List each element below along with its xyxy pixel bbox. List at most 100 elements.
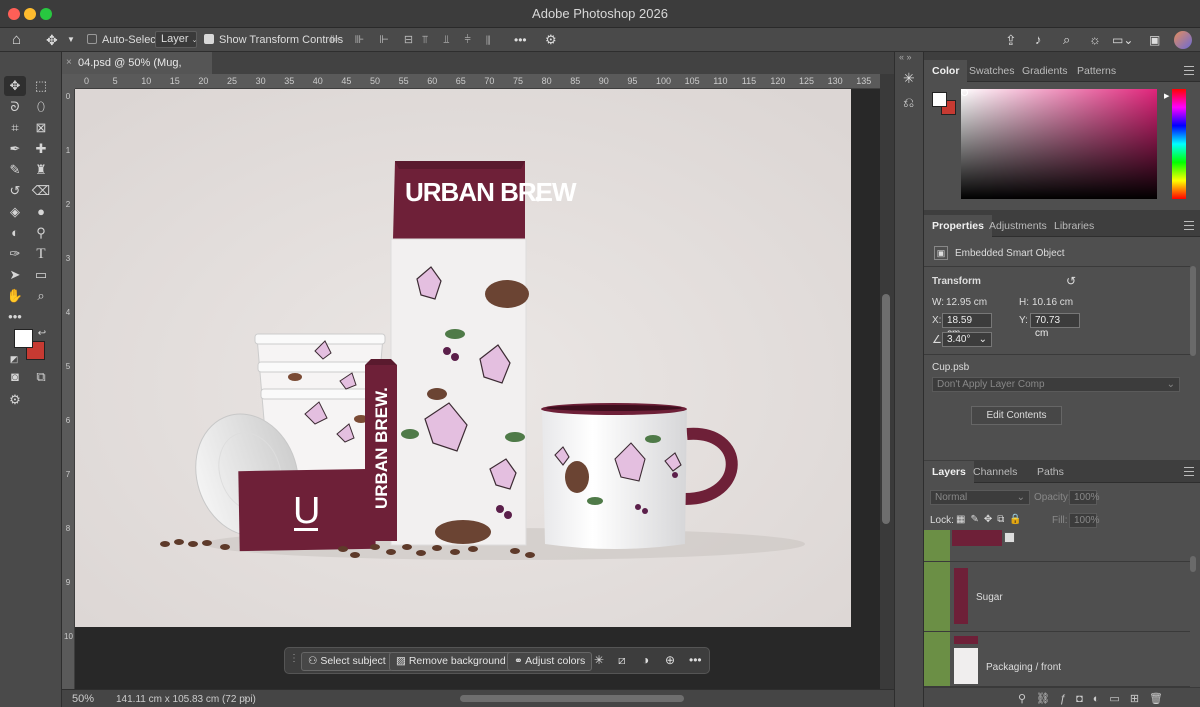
- collapse-icon[interactable]: « »: [899, 52, 912, 62]
- select-subject-button[interactable]: ⚇ Select subject: [301, 652, 393, 671]
- lightbulb-icon[interactable]: ☼: [1089, 32, 1101, 48]
- distribute-icons-group[interactable]: ⫪ ⫫ ⫩ ⫴: [422, 32, 497, 48]
- brush-tool-icon[interactable]: ✎: [4, 160, 26, 180]
- eyedropper-tool-icon[interactable]: ✒: [4, 139, 26, 159]
- height-value[interactable]: 10.16 cm: [1032, 297, 1073, 308]
- remove-background-button[interactable]: ▨ Remove background: [389, 652, 513, 671]
- edit-contents-button[interactable]: Edit Contents: [971, 406, 1062, 425]
- dodge-tool-icon[interactable]: ◐: [4, 223, 26, 243]
- transform-icon[interactable]: ⧄: [618, 653, 626, 668]
- share-icon[interactable]: ⇪: [1005, 32, 1017, 48]
- hue-slider-handle[interactable]: ▶: [1164, 92, 1169, 100]
- auto-select-checkbox[interactable]: Auto-Select:: [87, 32, 162, 48]
- color-field[interactable]: [961, 89, 1157, 199]
- angle-input[interactable]: 3.40° ⌄: [942, 332, 992, 347]
- x-position-input[interactable]: 18.59 cm: [942, 313, 992, 339]
- sparkle-icon[interactable]: ✳: [594, 653, 604, 667]
- gear-icon[interactable]: ⚙: [545, 32, 557, 48]
- lasso-tool-icon[interactable]: ᘐ: [4, 97, 26, 117]
- rectangle-tool-icon[interactable]: ▭: [30, 265, 52, 285]
- marquee-tool-icon[interactable]: ⬚: [30, 76, 52, 96]
- vertical-scroll-thumb[interactable]: [882, 294, 890, 524]
- drag-handle-icon[interactable]: ⋮: [289, 653, 299, 664]
- fill-input[interactable]: 100%: [1069, 513, 1100, 528]
- tab-libraries[interactable]: Libraries: [1046, 215, 1102, 237]
- document-canvas[interactable]: URBAN BREW URBAN BREW. U: [75, 89, 851, 627]
- healing-tool-icon[interactable]: ✚: [30, 139, 52, 159]
- move-tool-icon[interactable]: ✥: [46, 32, 58, 48]
- close-window-button[interactable]: [8, 8, 20, 20]
- zoom-tool-icon[interactable]: ⌕: [30, 286, 52, 306]
- bell-icon[interactable]: ♪: [1035, 32, 1042, 48]
- color-picker-cursor[interactable]: [961, 89, 968, 96]
- hue-slider[interactable]: [1172, 89, 1186, 199]
- layer-row-sugar[interactable]: Sugar: [924, 562, 1190, 632]
- layer-comp-dropdown[interactable]: Don't Apply Layer Comp ⌄: [932, 377, 1180, 392]
- reset-transform-icon[interactable]: ↺: [1066, 274, 1076, 288]
- layer-actions-icons[interactable]: ⚲⛓ƒ◘◐▭⊞🗑: [1018, 692, 1173, 705]
- search-icon[interactable]: ⌕: [1063, 32, 1070, 48]
- adjust-colors-button[interactable]: ⚭ Adjust colors: [507, 652, 593, 671]
- swap-colors-icon[interactable]: ↩: [36, 324, 48, 344]
- zoom-level[interactable]: 50%: [72, 693, 94, 705]
- add-image-icon[interactable]: ⊕: [665, 653, 675, 667]
- tab-adjustments[interactable]: Adjustments: [981, 215, 1055, 237]
- sponge-tool-icon[interactable]: ⚲: [30, 223, 52, 243]
- visibility-toggle[interactable]: [924, 632, 950, 686]
- more-options-button[interactable]: •••: [514, 32, 527, 48]
- history-brush-tool-icon[interactable]: ↺: [4, 181, 26, 201]
- tool-preset-chevron-icon[interactable]: ▼: [67, 32, 75, 48]
- panel-foreground-swatch[interactable]: [932, 92, 947, 107]
- stamp-tool-icon[interactable]: ♜: [30, 160, 52, 180]
- pen-tool-icon[interactable]: ✑: [4, 244, 26, 264]
- align-icons-group[interactable]: ⊫ ⊪ ⊩ ⊟: [330, 32, 419, 48]
- more-actions-button[interactable]: •••: [689, 653, 702, 667]
- ruler-origin[interactable]: [62, 74, 75, 89]
- photo-icon[interactable]: ▣: [1149, 32, 1160, 48]
- tab-patterns[interactable]: Patterns: [1069, 60, 1124, 82]
- history-icon[interactable]: ⎌: [903, 94, 914, 111]
- chevron-right-icon[interactable]: ›: [244, 693, 247, 704]
- crop-tool-icon[interactable]: ⌗: [4, 118, 26, 138]
- contrast-icon[interactable]: ◑: [642, 653, 649, 667]
- screen-mode-icon[interactable]: ⧉: [30, 367, 52, 387]
- lock-icons-group[interactable]: ▦✎✥⧉🔒: [956, 514, 1027, 525]
- workspace-icon[interactable]: ▭⌄: [1112, 32, 1133, 48]
- more-tools-icon[interactable]: •••: [4, 307, 26, 327]
- blend-mode-dropdown[interactable]: Normal ⌄: [930, 490, 1030, 505]
- object-select-tool-icon[interactable]: ⬯: [30, 97, 52, 117]
- horizontal-scroll-thumb[interactable]: [460, 695, 684, 702]
- quick-mask-icon[interactable]: ◙: [4, 367, 26, 387]
- color-panel-menu-icon[interactable]: [1184, 66, 1194, 75]
- paint-bucket-tool-icon[interactable]: ◈: [4, 202, 26, 222]
- properties-scrollbar[interactable]: [1190, 266, 1196, 356]
- layer-row[interactable]: [924, 530, 1190, 562]
- avatar[interactable]: [1174, 31, 1192, 49]
- properties-panel-menu-icon[interactable]: [1184, 221, 1194, 230]
- eraser-tool-icon[interactable]: ⌫: [30, 181, 52, 201]
- width-value[interactable]: 12.95 cm: [946, 297, 987, 308]
- minimize-window-button[interactable]: [24, 8, 36, 20]
- vertical-scrollbar[interactable]: [880, 74, 894, 689]
- tab-gradients[interactable]: Gradients: [1014, 60, 1076, 82]
- opacity-input[interactable]: 100%: [1069, 490, 1100, 505]
- hand-tool-icon[interactable]: ✋: [4, 286, 26, 306]
- tab-paths[interactable]: Paths: [1029, 461, 1072, 483]
- visibility-toggle[interactable]: [924, 562, 950, 631]
- blur-tool-icon[interactable]: ●: [30, 202, 52, 222]
- layers-panel-menu-icon[interactable]: [1184, 467, 1194, 476]
- frame-tool-icon[interactable]: ⊠: [30, 118, 52, 138]
- layer-row-packaging-front[interactable]: Packaging / front: [924, 632, 1190, 687]
- document-tab[interactable]: × 04.psd @ 50% (Mug, RGB/8): [62, 52, 212, 91]
- zoom-window-button[interactable]: [40, 8, 52, 20]
- layers-scrollbar[interactable]: [1190, 556, 1196, 572]
- home-icon[interactable]: ⌂: [12, 32, 21, 48]
- y-position-input[interactable]: 70.73 cm: [1030, 313, 1080, 339]
- tab-channels[interactable]: Channels: [965, 461, 1025, 483]
- path-select-tool-icon[interactable]: ➤: [4, 265, 26, 285]
- discover-icon[interactable]: ✳: [903, 70, 915, 87]
- default-colors-icon[interactable]: ◩: [8, 349, 20, 369]
- visibility-toggle[interactable]: [924, 530, 950, 561]
- show-transform-checkbox[interactable]: Show Transform Controls: [204, 32, 343, 48]
- type-tool-icon[interactable]: T: [30, 244, 52, 264]
